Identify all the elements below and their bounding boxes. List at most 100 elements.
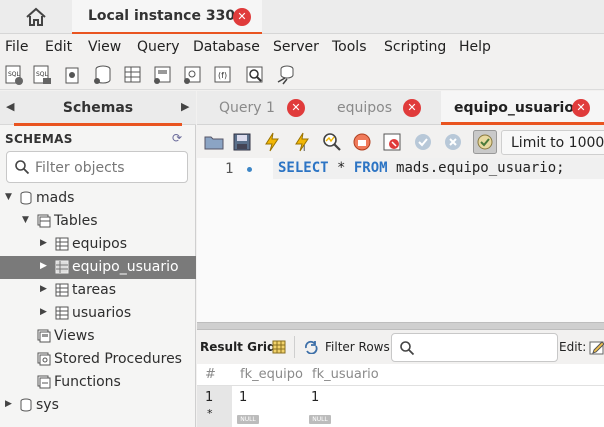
reconnect-icon[interactable]	[275, 64, 297, 86]
tree-item-label: equipo_usuario	[72, 259, 179, 275]
column-header-fk-equipo[interactable]: fk_equipo	[240, 367, 308, 382]
open-folder-icon[interactable]	[203, 131, 225, 153]
collapsed-arrow-icon[interactable]: ▶	[40, 238, 47, 248]
save-icon[interactable]	[231, 131, 253, 153]
workbench-window: Local instance 3306 ✕ File Edit View Que…	[0, 0, 604, 427]
tree-item-table-tareas[interactable]: ▶ tareas	[0, 279, 196, 302]
menu-tools[interactable]: Tools	[332, 39, 367, 55]
tree-item-label: tareas	[72, 282, 117, 298]
toggle-error-stop-icon[interactable]	[381, 131, 403, 153]
tab-query-1[interactable]: Query 1 ✕	[197, 91, 317, 125]
main-toolbar: SQL SQL (f)	[0, 60, 604, 90]
refresh-rows-icon[interactable]	[303, 340, 319, 354]
expanded-arrow-icon[interactable]: ▼	[5, 192, 12, 202]
autocommit-toggle-icon[interactable]	[473, 130, 497, 154]
table-icon	[55, 283, 69, 297]
filter-rows-input[interactable]	[391, 333, 558, 362]
menu-edit[interactable]: Edit	[45, 39, 72, 55]
inspector-icon[interactable]	[62, 64, 84, 86]
editor-result-splitter[interactable]	[197, 322, 604, 330]
tab-label: Query 1	[219, 100, 275, 116]
table-icon	[55, 237, 69, 251]
null-badge[interactable]: NULL	[309, 415, 331, 424]
menu-help[interactable]: Help	[459, 39, 491, 55]
sql-code-editor[interactable]: 1 SELECT * FROM mads.equipo_usuario;	[197, 158, 604, 322]
rollback-icon[interactable]	[442, 131, 464, 153]
commit-icon[interactable]	[412, 131, 434, 153]
new-row-marker[interactable]: *	[207, 407, 213, 420]
new-sql-tab-icon[interactable]: SQL	[3, 64, 25, 86]
close-connection-icon[interactable]: ✕	[233, 8, 251, 26]
close-tab-icon[interactable]: ✕	[572, 99, 590, 117]
menu-view[interactable]: View	[88, 39, 121, 55]
tables-folder-icon	[37, 214, 51, 228]
line-number: 1	[225, 161, 234, 177]
editor-tab-bar: Query 1 ✕ equipos ✕ equipo_usuario ✕	[197, 91, 604, 125]
result-grid: # fk_equipo fk_usuario 1 1 1 * NULL NULL	[197, 364, 604, 427]
limit-rows-select[interactable]: Limit to 1000 r	[501, 130, 604, 155]
sidebar-next-arrow-icon[interactable]: ▶	[181, 100, 189, 113]
tree-item-table-equipos[interactable]: ▶ equipos	[0, 233, 196, 256]
grid-cell[interactable]: 1	[311, 390, 319, 405]
column-header-rownum[interactable]: #	[205, 367, 216, 382]
connection-tab[interactable]: Local instance 3306 ✕	[72, 0, 262, 34]
stop-icon[interactable]	[351, 131, 373, 153]
edit-pencil-icon[interactable]	[589, 339, 604, 355]
tree-item-views[interactable]: Views	[0, 325, 196, 348]
create-procedure-icon[interactable]	[182, 64, 204, 86]
tab-equipos[interactable]: equipos ✕	[317, 91, 441, 125]
column-header-fk-usuario[interactable]: fk_usuario	[312, 367, 384, 382]
create-function-icon[interactable]: (f)	[212, 64, 234, 86]
null-badge[interactable]: NULL	[237, 415, 259, 424]
functions-folder-icon	[37, 375, 51, 389]
filter-objects-box	[6, 151, 188, 183]
row-number[interactable]: 1	[205, 390, 213, 405]
result-grid-label[interactable]: Result Grid	[200, 340, 276, 354]
tree-item-label: Tables	[54, 213, 98, 229]
expanded-arrow-icon[interactable]: ▼	[22, 215, 29, 225]
search-table-data-icon[interactable]	[244, 64, 266, 86]
execute-current-icon[interactable]: I	[291, 131, 313, 153]
collapsed-arrow-icon[interactable]: ▶	[40, 307, 47, 317]
close-tab-icon[interactable]: ✕	[403, 99, 421, 117]
explain-icon[interactable]	[321, 131, 343, 153]
menu-server[interactable]: Server	[273, 39, 319, 55]
tab-label: equipos	[337, 100, 393, 116]
menu-database[interactable]: Database	[193, 39, 260, 55]
result-grid-icon[interactable]	[272, 340, 286, 354]
create-schema-icon[interactable]	[92, 64, 114, 86]
refresh-icon[interactable]: ⟳	[172, 131, 182, 145]
menu-file[interactable]: File	[5, 39, 28, 55]
create-view-icon[interactable]	[152, 64, 174, 86]
tree-item-label: sys	[36, 397, 59, 413]
tree-item-label: mads	[36, 190, 75, 206]
tree-item-table-usuarios[interactable]: ▶ usuarios	[0, 302, 196, 325]
collapsed-arrow-icon[interactable]: ▶	[40, 261, 47, 271]
collapsed-arrow-icon[interactable]: ▶	[5, 399, 12, 409]
grid-cell[interactable]: 1	[239, 390, 247, 405]
svg-text:I: I	[303, 144, 305, 153]
tab-equipo-usuario[interactable]: equipo_usuario ✕	[441, 91, 604, 125]
tree-item-schema-sys[interactable]: ▶ sys	[0, 394, 196, 417]
tree-item-tables[interactable]: ▼ Tables	[0, 210, 196, 233]
tree-item-stored-procedures[interactable]: Stored Procedures	[0, 348, 196, 371]
limit-rows-value: Limit to 1000 r	[511, 135, 604, 151]
close-tab-icon[interactable]: ✕	[287, 99, 305, 117]
schemas-tab-label[interactable]: Schemas	[0, 100, 196, 116]
filter-objects-input[interactable]	[35, 158, 183, 178]
menu-query[interactable]: Query	[137, 39, 180, 55]
collapsed-arrow-icon[interactable]: ▶	[40, 284, 47, 294]
tree-item-label: usuarios	[72, 305, 132, 321]
execute-icon[interactable]	[261, 131, 283, 153]
tree-item-label: equipos	[72, 236, 128, 252]
sql-statement[interactable]: SELECT * FROM mads.equipo_usuario;	[278, 160, 565, 176]
tree-item-functions[interactable]: Functions	[0, 371, 196, 394]
menu-scripting[interactable]: Scripting	[384, 39, 446, 55]
create-table-icon[interactable]	[122, 64, 144, 86]
tree-item-table-equipo-usuario[interactable]: ▶ equipo_usuario	[0, 256, 196, 279]
tree-item-schema-mads[interactable]: ▼ mads	[0, 187, 196, 210]
sidebar-header: ◀ Schemas ▶	[0, 91, 196, 126]
home-icon[interactable]	[24, 6, 48, 28]
search-icon	[15, 160, 30, 175]
open-sql-script-icon[interactable]: SQL	[31, 64, 53, 86]
